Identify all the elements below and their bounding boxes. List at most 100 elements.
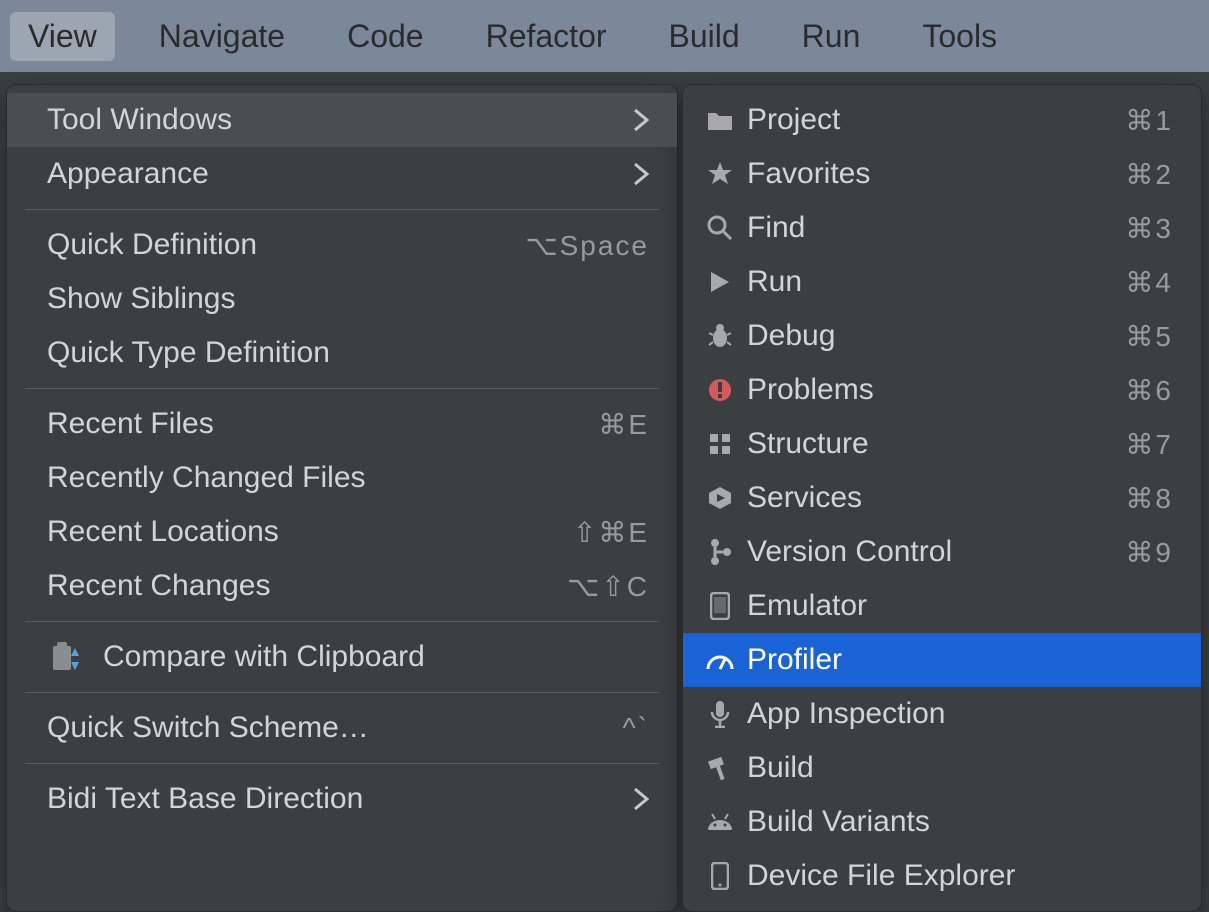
hammer-icon bbox=[701, 755, 739, 781]
menu-item-label: Quick Switch Scheme… bbox=[47, 711, 623, 745]
submenu-item-app-inspection[interactable]: App Inspection bbox=[683, 687, 1201, 741]
search-icon bbox=[701, 215, 739, 241]
menubar-item-tools[interactable]: Tools bbox=[904, 12, 1015, 61]
submenu-shortcut: ⌘5 bbox=[1125, 320, 1173, 353]
submenu-item-label: Find bbox=[747, 211, 1125, 245]
mic-icon bbox=[701, 700, 739, 728]
menubar-item-run[interactable]: Run bbox=[784, 12, 879, 61]
submenu-item-run[interactable]: Run ⌘4 bbox=[683, 255, 1201, 309]
submenu-item-label: Version Control bbox=[747, 535, 1125, 569]
vcs-icon bbox=[701, 538, 739, 566]
submenu-shortcut: ⌘1 bbox=[1125, 104, 1173, 137]
structure-icon bbox=[701, 432, 739, 456]
bug-icon bbox=[701, 323, 739, 349]
submenu-item-label: Problems bbox=[747, 373, 1125, 407]
submenu-shortcut: ⌘8 bbox=[1125, 482, 1173, 515]
menu-item-compare-with-clipboard[interactable]: Compare with Clipboard bbox=[7, 630, 677, 684]
menu-item-label: Compare with Clipboard bbox=[103, 640, 649, 674]
menu-separator bbox=[25, 209, 659, 210]
submenu-item-services[interactable]: Services ⌘8 bbox=[683, 471, 1201, 525]
submenu-item-profiler[interactable]: Profiler bbox=[683, 633, 1201, 687]
play-icon bbox=[701, 270, 739, 294]
view-menu: Tool Windows Appearance Quick Definition… bbox=[6, 84, 678, 912]
submenu-item-debug[interactable]: Debug ⌘5 bbox=[683, 309, 1201, 363]
submenu-item-version-control[interactable]: Version Control ⌘9 bbox=[683, 525, 1201, 579]
submenu-shortcut: ⌘2 bbox=[1125, 158, 1173, 191]
services-icon bbox=[701, 485, 739, 511]
emulator-icon bbox=[701, 592, 739, 620]
menu-container: Tool Windows Appearance Quick Definition… bbox=[6, 84, 1202, 912]
menu-item-recent-locations[interactable]: Recent Locations ⇧⌘E bbox=[7, 505, 677, 559]
chevron-right-icon bbox=[633, 787, 649, 811]
menu-separator bbox=[25, 692, 659, 693]
submenu-item-label: Project bbox=[747, 103, 1125, 137]
submenu-item-label: Favorites bbox=[747, 157, 1125, 191]
menubar: View Navigate Code Refactor Build Run To… bbox=[0, 0, 1209, 72]
menu-item-label: Show Siblings bbox=[47, 282, 649, 316]
menu-shortcut: ⇧⌘E bbox=[573, 516, 649, 549]
submenu-shortcut: ⌘3 bbox=[1125, 212, 1173, 245]
compare-clipboard-icon bbox=[51, 643, 79, 671]
menu-item-label: Quick Type Definition bbox=[47, 336, 649, 370]
submenu-item-project[interactable]: Project ⌘1 bbox=[683, 93, 1201, 147]
menubar-item-navigate[interactable]: Navigate bbox=[141, 12, 303, 61]
submenu-item-label: Build bbox=[747, 751, 1173, 785]
star-icon bbox=[701, 161, 739, 187]
submenu-shortcut: ⌘4 bbox=[1125, 266, 1173, 299]
menu-item-bidi-text-base-direction[interactable]: Bidi Text Base Direction bbox=[7, 772, 677, 826]
menu-shortcut: ⌥⇧C bbox=[567, 570, 649, 603]
menu-item-label: Appearance bbox=[47, 157, 621, 191]
folder-icon bbox=[701, 109, 739, 131]
menu-item-label: Recently Changed Files bbox=[47, 461, 649, 495]
menu-separator bbox=[25, 621, 659, 622]
menu-shortcut: ⌥Space bbox=[525, 229, 649, 262]
submenu-item-favorites[interactable]: Favorites ⌘2 bbox=[683, 147, 1201, 201]
menubar-item-code[interactable]: Code bbox=[329, 12, 442, 61]
submenu-item-label: Run bbox=[747, 265, 1125, 299]
menu-item-label: Recent Locations bbox=[47, 515, 573, 549]
menubar-item-refactor[interactable]: Refactor bbox=[468, 12, 625, 61]
submenu-item-label: Build Variants bbox=[747, 805, 1173, 839]
submenu-item-label: Debug bbox=[747, 319, 1125, 353]
menu-item-recent-files[interactable]: Recent Files ⌘E bbox=[7, 397, 677, 451]
submenu-item-label: Profiler bbox=[747, 643, 1173, 677]
menu-item-recently-changed-files[interactable]: Recently Changed Files bbox=[7, 451, 677, 505]
menubar-item-view[interactable]: View bbox=[10, 12, 115, 61]
android-icon bbox=[701, 812, 739, 832]
menu-shortcut: ^` bbox=[623, 712, 649, 744]
submenu-item-problems[interactable]: Problems ⌘6 bbox=[683, 363, 1201, 417]
chevron-right-icon bbox=[633, 108, 649, 132]
submenu-item-label: Device File Explorer bbox=[747, 859, 1173, 893]
menu-item-label: Recent Files bbox=[47, 407, 598, 441]
chevron-right-icon bbox=[633, 162, 649, 186]
submenu-shortcut: ⌘6 bbox=[1125, 374, 1173, 407]
menu-item-label: Recent Changes bbox=[47, 569, 567, 603]
problems-icon bbox=[701, 377, 739, 403]
menubar-item-build[interactable]: Build bbox=[651, 12, 758, 61]
profiler-icon bbox=[701, 649, 739, 671]
menu-shortcut: ⌘E bbox=[598, 408, 649, 441]
submenu-item-label: Emulator bbox=[747, 589, 1173, 623]
menu-separator bbox=[25, 388, 659, 389]
menu-item-label: Bidi Text Base Direction bbox=[47, 782, 621, 816]
menu-item-tool-windows[interactable]: Tool Windows bbox=[7, 93, 677, 147]
menu-item-label: Quick Definition bbox=[47, 228, 525, 262]
submenu-item-emulator[interactable]: Emulator bbox=[683, 579, 1201, 633]
menu-item-appearance[interactable]: Appearance bbox=[7, 147, 677, 201]
device-icon bbox=[701, 862, 739, 890]
menu-item-label: Tool Windows bbox=[47, 103, 621, 137]
submenu-item-label: Structure bbox=[747, 427, 1125, 461]
tool-windows-submenu: Project ⌘1 Favorites ⌘2 Find ⌘3 Run ⌘4 bbox=[682, 84, 1202, 912]
submenu-item-structure[interactable]: Structure ⌘7 bbox=[683, 417, 1201, 471]
submenu-item-device-file-explorer[interactable]: Device File Explorer bbox=[683, 849, 1201, 903]
menu-item-quick-switch-scheme[interactable]: Quick Switch Scheme… ^` bbox=[7, 701, 677, 755]
submenu-item-find[interactable]: Find ⌘3 bbox=[683, 201, 1201, 255]
submenu-item-label: App Inspection bbox=[747, 697, 1173, 731]
menu-item-quick-definition[interactable]: Quick Definition ⌥Space bbox=[7, 218, 677, 272]
menu-item-recent-changes[interactable]: Recent Changes ⌥⇧C bbox=[7, 559, 677, 613]
menu-item-show-siblings[interactable]: Show Siblings bbox=[7, 272, 677, 326]
submenu-shortcut: ⌘7 bbox=[1125, 428, 1173, 461]
submenu-item-build-variants[interactable]: Build Variants bbox=[683, 795, 1201, 849]
menu-item-quick-type-definition[interactable]: Quick Type Definition bbox=[7, 326, 677, 380]
submenu-item-build[interactable]: Build bbox=[683, 741, 1201, 795]
